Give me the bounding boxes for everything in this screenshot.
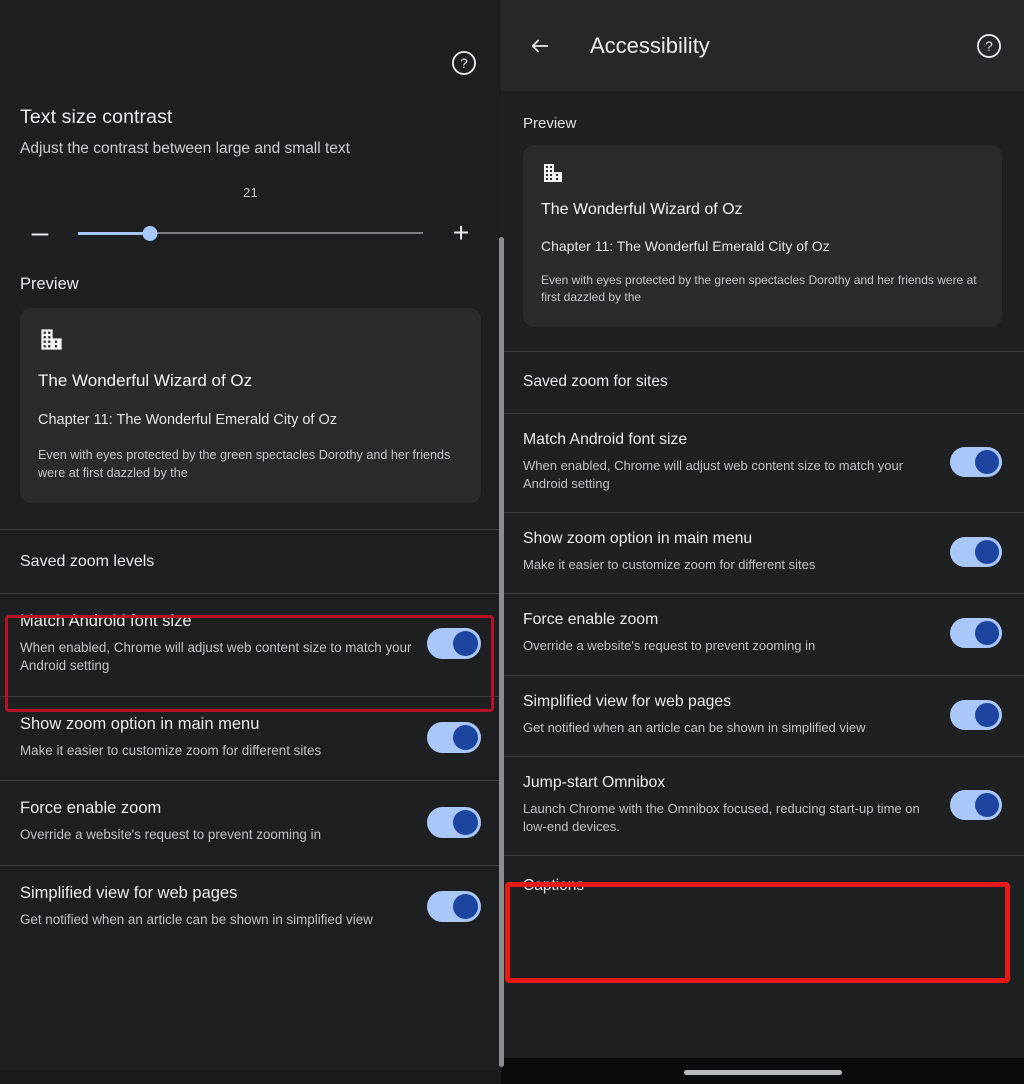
setting-text: Force enable zoom Override a website's r… [20,799,427,845]
right-settings-panel: Accessibility ? Preview The Wonderful Wi… [501,0,1024,1084]
setting-text: Match Android font size When enabled, Ch… [523,431,950,493]
setting-title: Match Android font size [523,430,688,448]
preview-book-title: The Wonderful Wizard of Oz [541,201,743,218]
setting-text: Jump-start Omnibox Launch Chrome with th… [523,774,950,836]
left-settings-panel: ? Text size contrast Adjust the contrast… [0,0,501,1084]
toggle-simplified-view[interactable] [950,699,1002,730]
preview-body-text: Even with eyes protected by the green sp… [541,273,977,305]
page-title: Accessibility [590,32,710,58]
setting-description: Override a website's request to prevent … [523,638,816,654]
toggle-knob [453,631,478,657]
setting-description: Get notified when an article can be show… [20,911,373,927]
toggle-knob [975,621,999,646]
toggle-knob [975,702,999,727]
preview-chapter: Chapter 11: The Wonderful Emerald City o… [38,412,337,428]
saved-zoom-for-sites-header: Saved zoom for sites [523,372,668,390]
svg-text:?: ? [460,56,468,71]
toggle-knob [975,449,999,474]
setting-row-simplified-view[interactable]: Simplified view for web pages Get notifi… [0,866,501,950]
setting-row-match-android-font-size[interactable]: Match Android font size When enabled, Ch… [0,594,501,696]
setting-title: Jump-start Omnibox [523,773,666,791]
setting-row-show-zoom-option[interactable]: Show zoom option in main menu Make it ea… [501,513,1024,593]
text-size-contrast-title: Text size contrast [20,106,173,128]
preview-card: The Wonderful Wizard of Oz Chapter 11: T… [523,145,1002,327]
setting-title: Show zoom option in main menu [523,530,753,548]
setting-description: When enabled, Chrome will adjust web con… [20,639,412,674]
android-navigation-bar [501,1058,1024,1084]
setting-description: Launch Chrome with the Omnibox focused, … [523,800,920,834]
text-size-contrast-description: Adjust the contrast between large and sm… [20,140,350,157]
slider-thumb[interactable] [142,226,158,241]
toggle-knob [453,809,478,835]
contrast-slider-row[interactable]: – + [0,218,501,248]
building-domain-icon [38,326,463,353]
slider-value-label: 21 [242,185,259,200]
building-domain-icon [541,161,984,185]
dual-panel-screenshot: ? Text size contrast Adjust the contrast… [0,0,1024,1084]
setting-title: Force enable zoom [20,799,162,818]
setting-description: Override a website's request to prevent … [20,827,322,843]
toggle-knob [975,792,999,817]
preview-book-title: The Wonderful Wizard of Oz [38,371,253,390]
toggle-show-zoom-option[interactable] [950,537,1002,568]
setting-row-match-android-font-size[interactable]: Match Android font size When enabled, Ch… [501,414,1024,512]
slider-fill [78,232,151,235]
left-topbar: ? [0,0,501,96]
help-circle-icon[interactable]: ? [451,50,477,76]
toggle-match-android-font-size[interactable] [950,446,1002,477]
toggle-force-enable-zoom[interactable] [950,618,1002,649]
contrast-slider[interactable] [78,223,423,243]
preview-body-text: Even with eyes protected by the green sp… [38,448,451,480]
setting-row-jump-start-omnibox[interactable]: Jump-start Omnibox Launch Chrome with th… [501,757,1024,855]
svg-text:?: ? [985,38,993,53]
setting-row-force-enable-zoom[interactable]: Force enable zoom Override a website's r… [501,594,1024,674]
setting-text: Show zoom option in main menu Make it ea… [20,715,427,761]
setting-description: Get notified when an article can be show… [523,719,866,735]
toggle-knob [453,894,478,919]
accessibility-topbar: Accessibility ? [501,0,1024,91]
setting-text: Simplified view for web pages Get notifi… [20,884,427,930]
toggle-knob [453,725,478,750]
increase-button[interactable]: + [441,219,481,247]
setting-title: Force enable zoom [523,611,659,629]
setting-title: Simplified view for web pages [523,692,732,710]
captions-header: Captions [523,877,585,895]
setting-description: When enabled, Chrome will adjust web con… [523,457,904,491]
setting-row-force-enable-zoom[interactable]: Force enable zoom Override a website's r… [0,781,501,865]
help-circle-icon[interactable]: ? [976,33,1002,59]
gesture-navigation-bar[interactable] [683,1070,842,1075]
left-panel-bottom-strip [0,1070,501,1084]
setting-title: Simplified view for web pages [20,883,238,902]
back-arrow-icon[interactable] [527,35,553,57]
setting-text: Match Android font size When enabled, Ch… [20,612,427,676]
toggle-show-zoom-option[interactable] [427,722,481,753]
toggle-simplified-view[interactable] [427,891,481,922]
setting-description: Make it easier to customize zoom for dif… [20,742,322,758]
setting-text: Force enable zoom Override a website's r… [523,611,950,655]
toggle-force-enable-zoom[interactable] [427,806,481,838]
vertical-scrollbar[interactable] [499,237,504,1067]
preview-card: The Wonderful Wizard of Oz Chapter 11: T… [20,308,481,503]
toggle-jump-start-omnibox[interactable] [950,789,1002,820]
setting-description: Make it easier to customize zoom for dif… [523,557,816,573]
setting-text: Simplified view for web pages Get notifi… [523,693,950,737]
preview-label: Preview [523,115,577,132]
saved-zoom-levels-header: Saved zoom levels [20,552,155,570]
toggle-knob [975,540,999,565]
setting-row-simplified-view[interactable]: Simplified view for web pages Get notifi… [501,676,1024,756]
preview-label: Preview [20,275,79,293]
preview-chapter: Chapter 11: The Wonderful Emerald City o… [541,238,830,254]
toggle-match-android-font-size[interactable] [427,628,481,660]
decrease-button[interactable]: – [20,218,60,248]
setting-title: Show zoom option in main menu [20,714,260,733]
setting-text: Show zoom option in main menu Make it ea… [523,530,950,574]
setting-row-show-zoom-option[interactable]: Show zoom option in main menu Make it ea… [0,697,501,781]
setting-title: Match Android font size [20,611,192,630]
